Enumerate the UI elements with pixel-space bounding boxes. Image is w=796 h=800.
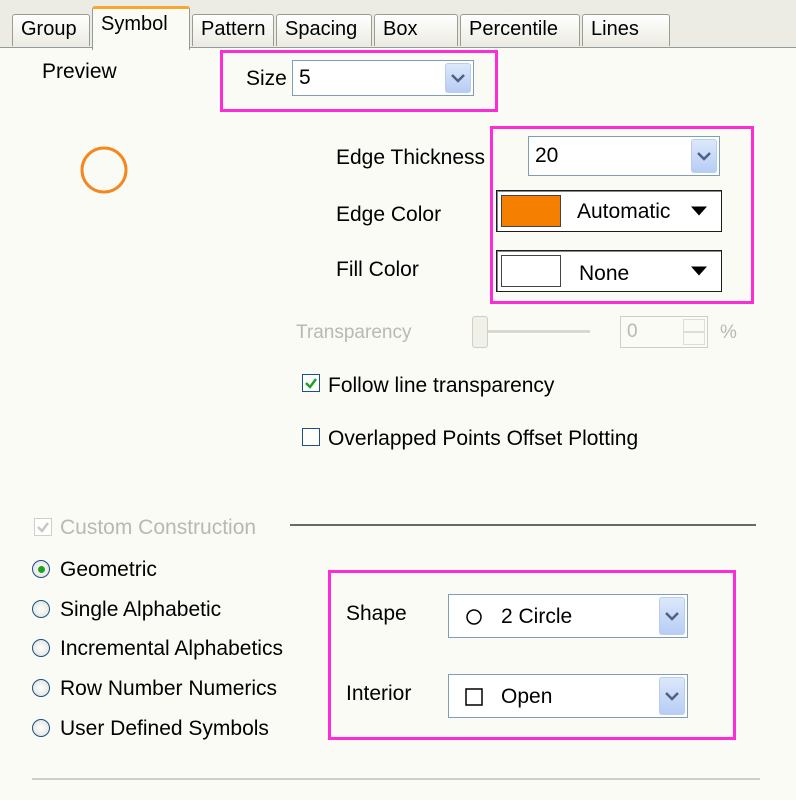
chevron-down-icon[interactable] — [659, 677, 685, 715]
transparency-slider-thumb[interactable] — [472, 316, 488, 348]
edge-color-value: Automatic — [577, 200, 671, 223]
tab-pattern[interactable]: Pattern — [192, 14, 274, 46]
row-number-numerics-label: Row Number Numerics — [60, 677, 278, 700]
fill-color-label: Fill Color — [336, 258, 419, 281]
size-combo[interactable]: 5 — [292, 60, 474, 96]
edge-thickness-value: 20 — [535, 144, 559, 167]
size-value: 5 — [299, 66, 311, 89]
preview-symbol — [80, 146, 128, 194]
fill-color-value: None — [579, 262, 630, 285]
radio-single-alphabetic[interactable] — [32, 600, 50, 618]
tab-label: Box — [383, 18, 418, 40]
user-defined-symbols-label: User Defined Symbols — [60, 717, 269, 740]
spinner-down-icon[interactable] — [683, 331, 705, 345]
checkmark-icon — [37, 522, 49, 533]
edge-color-dropdown[interactable]: Automatic — [496, 190, 722, 232]
edge-color-label: Edge Color — [336, 203, 442, 226]
section-divider — [290, 524, 756, 526]
tab-group[interactable]: Group — [12, 14, 90, 46]
transparency-value: 0 — [627, 321, 638, 342]
tab-lines[interactable]: Lines — [582, 14, 670, 46]
radio-user-defined-symbols[interactable] — [32, 719, 50, 737]
bottom-divider — [32, 778, 760, 780]
shape-value: 2 Circle — [501, 605, 573, 628]
overlapped-points-checkbox[interactable] — [302, 428, 320, 446]
custom-construction-label: Custom Construction — [60, 516, 257, 539]
interior-label: Interior — [346, 682, 412, 705]
tab-symbol[interactable]: Symbol — [92, 6, 190, 50]
incremental-alphabetics-label: Incremental Alphabetics — [60, 637, 283, 660]
fill-color-dropdown[interactable]: None — [496, 250, 722, 292]
geometric-label: Geometric — [60, 558, 157, 581]
edge-thickness-label: Edge Thickness — [336, 146, 486, 169]
tab-label: Symbol — [101, 13, 168, 35]
dropdown-arrow-icon[interactable] — [691, 266, 707, 276]
edge-thickness-combo[interactable]: 20 — [528, 136, 720, 176]
edge-color-swatch — [501, 195, 561, 227]
tab-label: Pattern — [201, 18, 266, 40]
overlapped-points-label: Overlapped Points Offset Plotting — [328, 427, 639, 450]
tab-label: Spacing — [285, 18, 358, 40]
chevron-down-icon[interactable] — [659, 597, 685, 635]
transparency-label: Transparency — [296, 322, 412, 343]
chevron-down-icon[interactable] — [691, 139, 717, 173]
dropdown-arrow-icon[interactable] — [691, 206, 707, 216]
transparency-spinner[interactable]: 0 — [620, 316, 708, 348]
tab-spacing[interactable]: Spacing — [276, 14, 372, 46]
radio-incremental-alphabetics[interactable] — [32, 639, 50, 657]
custom-construction-checkbox[interactable] — [34, 518, 52, 536]
radio-row-number-numerics[interactable] — [32, 679, 50, 697]
tab-label: Percentile — [469, 18, 558, 40]
interior-combo[interactable]: Open — [448, 674, 688, 718]
shape-label: Shape — [346, 602, 407, 625]
tab-percentile[interactable]: Percentile — [460, 14, 580, 46]
shape-combo[interactable]: 2 Circle — [448, 594, 688, 638]
fill-color-swatch — [501, 255, 561, 287]
single-alphabetic-label: Single Alphabetic — [60, 598, 222, 621]
checkmark-icon — [305, 378, 317, 389]
follow-line-transparency-checkbox[interactable] — [302, 374, 320, 392]
circle-icon — [466, 609, 482, 625]
size-label: Size — [246, 67, 287, 90]
tab-box[interactable]: Box — [374, 14, 458, 46]
follow-line-transparency-label: Follow line transparency — [328, 374, 555, 397]
interior-value: Open — [501, 685, 553, 708]
transparency-unit: % — [720, 322, 737, 343]
chevron-down-icon[interactable] — [445, 63, 471, 93]
tab-label: Group — [21, 18, 77, 40]
preview-label: Preview — [42, 60, 117, 83]
tab-label: Lines — [591, 18, 639, 40]
transparency-slider-track[interactable] — [478, 330, 590, 334]
radio-geometric[interactable] — [32, 560, 50, 578]
square-icon — [465, 688, 483, 706]
